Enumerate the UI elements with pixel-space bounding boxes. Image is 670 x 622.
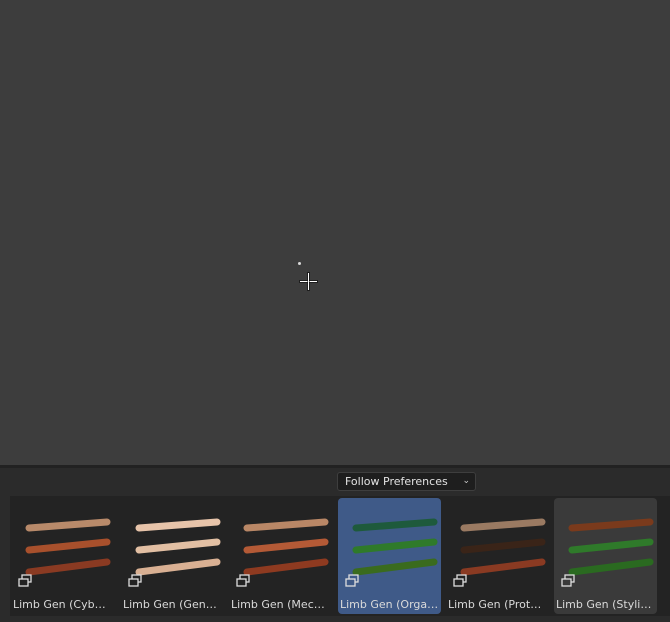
asset-tile[interactable]: Limb Gen (Mecha) (229, 498, 332, 614)
shelf-left-edge (0, 496, 3, 616)
import-method-value: Follow Preferences (345, 475, 448, 488)
linked-asset-icon (236, 574, 250, 587)
asset-label: Limb Gen (Cybern… (13, 598, 114, 611)
asset-tile[interactable]: Limb Gen (Prothe… (446, 498, 549, 614)
asset-label: Limb Gen (Generic) (123, 598, 224, 611)
asset-thumbnail (135, 518, 221, 576)
3d-viewport[interactable] (0, 0, 670, 465)
asset-tile[interactable]: Limb Gen (Cybern… (11, 498, 114, 614)
asset-label: Limb Gen (Prothe… (448, 598, 549, 611)
asset-label: Limb Gen (Stylize… (556, 598, 657, 611)
asset-thumbnail (460, 518, 546, 576)
linked-asset-icon (128, 574, 142, 587)
linked-asset-icon (345, 574, 359, 587)
linked-asset-icon (453, 574, 467, 587)
import-method-dropdown[interactable]: Follow Preferences ⌄ (337, 472, 476, 491)
asset-thumbnail (243, 518, 329, 576)
chevron-down-icon: ⌄ (462, 476, 470, 486)
asset-tile-selected[interactable]: Limb Gen (Organic) (338, 498, 441, 614)
asset-thumbnail (25, 518, 111, 576)
linked-asset-icon (561, 574, 575, 587)
asset-tile[interactable]: Limb Gen (Generic) (121, 498, 224, 614)
origin-dot (298, 262, 301, 265)
asset-tile[interactable]: Limb Gen (Stylize… (554, 498, 657, 614)
linked-asset-icon (18, 574, 32, 587)
asset-thumbnail (568, 518, 654, 576)
asset-label: Limb Gen (Mecha) (231, 598, 332, 611)
crosshair-cursor-icon (300, 273, 317, 290)
asset-thumbnail (352, 518, 438, 576)
asset-label: Limb Gen (Organic) (340, 598, 441, 611)
